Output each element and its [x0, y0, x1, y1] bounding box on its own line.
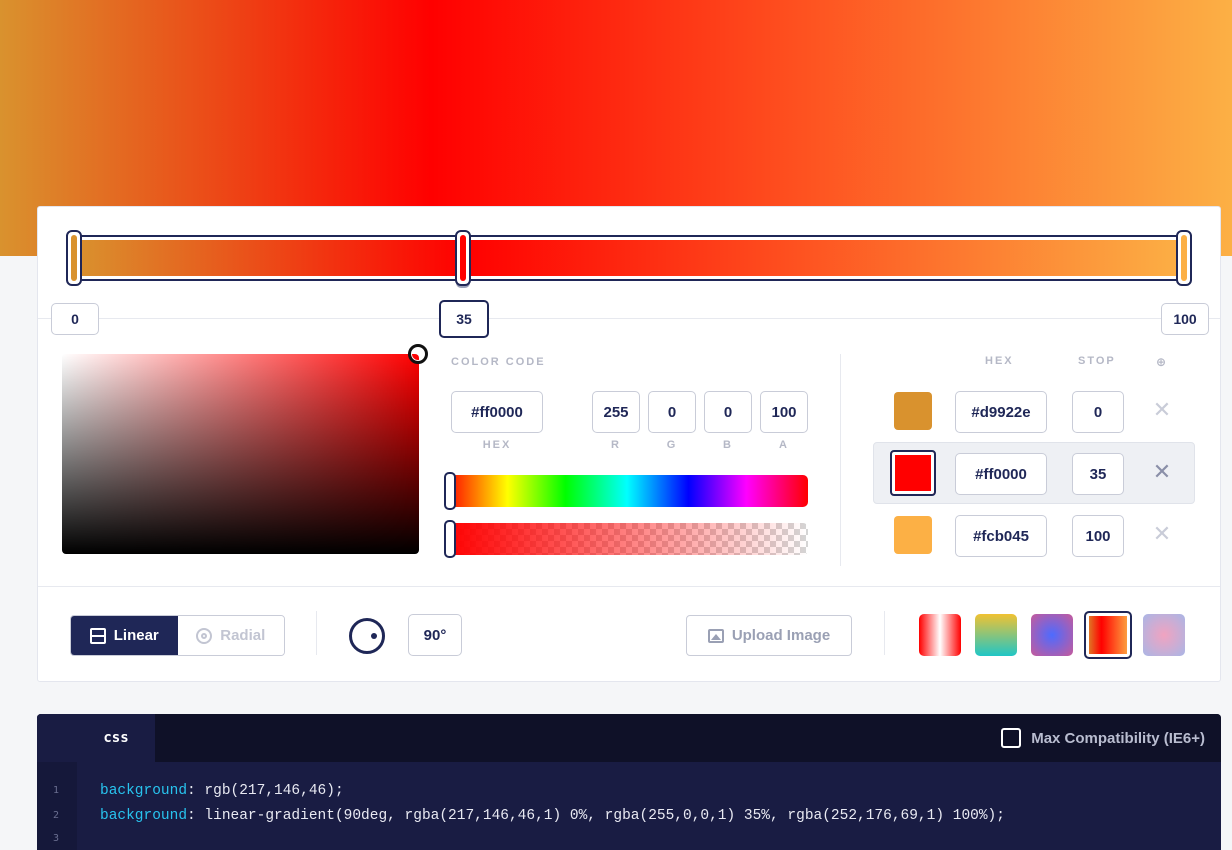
css-value: : rgb(217,146,46); [187, 783, 344, 799]
alpha-slider[interactable] [446, 523, 808, 555]
linear-label: Linear [113, 627, 159, 644]
stops-header-hex: HEX [985, 355, 1014, 367]
divider [840, 354, 841, 566]
preset-yellow-teal[interactable] [975, 614, 1017, 656]
code-line[interactable]: background: linear-gradient(90deg, rgba(… [100, 808, 1005, 824]
stop-position-label-active[interactable]: 35 [439, 300, 489, 338]
green-input[interactable]: 0 [648, 391, 696, 433]
upload-image-button[interactable]: Upload Image [686, 615, 852, 656]
gradient-slider-track[interactable] [74, 235, 1186, 281]
compat-label: Max Compatibility (IE6+) [1031, 729, 1205, 747]
alpha-label: A [779, 439, 789, 451]
stops-header-stop: STOP [1078, 355, 1116, 367]
alpha-slider-thumb[interactable] [444, 520, 456, 558]
divider [38, 586, 1220, 587]
saturation-pointer[interactable] [408, 344, 428, 364]
stop-position-input[interactable]: 35 [1072, 453, 1124, 495]
stop-color-swatch[interactable] [894, 392, 932, 430]
stop-hex-input[interactable]: #d9922e [955, 391, 1047, 433]
add-stop-icon[interactable]: ⊕ [1156, 355, 1166, 369]
stop-color-swatch[interactable] [894, 516, 932, 554]
css-property: background [100, 783, 188, 799]
color-code-caption: COLOR CODE [451, 356, 546, 368]
angle-dial[interactable] [349, 618, 385, 654]
delete-stop-icon[interactable]: ✕ [1152, 461, 1172, 483]
max-compatibility-toggle[interactable]: Max Compatibility (IE6+) [1001, 728, 1205, 748]
green-label: G [666, 439, 678, 451]
gradient-editor-panel: 0 35 100 COLOR CODE #ff0000 HEX 255 R 0 … [37, 206, 1221, 682]
gradient-type-toggle: Linear Radial [70, 615, 285, 656]
hex-label: HEX [482, 439, 512, 451]
blue-input[interactable]: 0 [704, 391, 752, 433]
stop-position-label[interactable]: 100 [1161, 303, 1209, 335]
hue-slider-thumb[interactable] [444, 472, 456, 510]
stop-hex-input[interactable]: #fcb045 [955, 515, 1047, 557]
compat-checkbox[interactable] [1001, 728, 1022, 748]
stop-handle-fill [1181, 235, 1187, 281]
blue-label: B [723, 439, 733, 451]
preset-orange-red-yellow[interactable] [1084, 611, 1132, 659]
stop-handle-0[interactable] [66, 230, 82, 286]
line-number: 1 [53, 785, 60, 796]
red-label: R [611, 439, 621, 451]
stop-handle-fill [460, 235, 466, 281]
line-number: 3 [53, 833, 60, 844]
stop-handle-35[interactable] [455, 230, 471, 286]
image-icon [707, 628, 724, 643]
preset-pink-blue[interactable] [1143, 614, 1185, 656]
alpha-input[interactable]: 100 [760, 391, 808, 433]
stop-color-swatch[interactable] [890, 450, 936, 496]
radial-label: Radial [220, 627, 266, 644]
stop-handle-100[interactable] [1176, 230, 1192, 286]
preset-red-white[interactable] [919, 614, 961, 656]
stop-hex-input[interactable]: #ff0000 [955, 453, 1047, 495]
saturation-picker[interactable] [62, 354, 419, 554]
stop-position-label[interactable]: 0 [51, 303, 99, 335]
red-input[interactable]: 255 [592, 391, 640, 433]
stop-position-input[interactable]: 100 [1072, 515, 1124, 557]
hue-slider[interactable] [446, 475, 808, 507]
css-value: : linear-gradient(90deg, rgba(217,146,46… [187, 808, 1005, 824]
linear-icon [89, 627, 106, 644]
code-line[interactable]: background: rgb(217,146,46); [100, 783, 344, 799]
angle-input[interactable]: 90° [408, 614, 462, 656]
preset-purple-blue[interactable] [1031, 614, 1073, 656]
divider [316, 611, 317, 655]
css-property: background [100, 808, 188, 824]
tab-css[interactable]: css [77, 714, 155, 762]
radial-icon [196, 627, 213, 644]
line-number: 2 [53, 810, 60, 821]
radial-button[interactable]: Radial [177, 616, 284, 655]
delete-stop-icon[interactable]: ✕ [1152, 523, 1172, 545]
hex-input[interactable]: #ff0000 [451, 391, 543, 433]
divider [38, 318, 1220, 319]
code-gutter-top [37, 714, 77, 762]
stop-handle-fill [71, 235, 77, 281]
divider [884, 611, 885, 655]
upload-image-label: Upload Image [731, 627, 831, 644]
css-code-panel: css Max Compatibility (IE6+) 1 2 3 backg… [37, 714, 1221, 850]
delete-stop-icon[interactable]: ✕ [1152, 399, 1172, 421]
stop-position-input[interactable]: 0 [1072, 391, 1124, 433]
linear-button[interactable]: Linear [71, 616, 178, 655]
